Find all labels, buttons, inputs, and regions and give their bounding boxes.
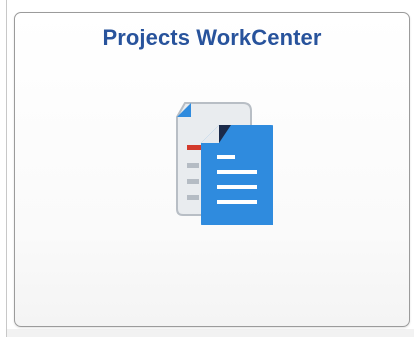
tile-title: Projects WorkCenter [102, 25, 322, 50]
page: Projects WorkCenter [0, 0, 414, 337]
footer-strip [7, 329, 414, 337]
documents-icon [161, 95, 273, 225]
front-document-icon [201, 125, 273, 225]
divider [6, 0, 7, 337]
projects-workcenter-tile[interactable]: Projects WorkCenter [14, 12, 410, 327]
